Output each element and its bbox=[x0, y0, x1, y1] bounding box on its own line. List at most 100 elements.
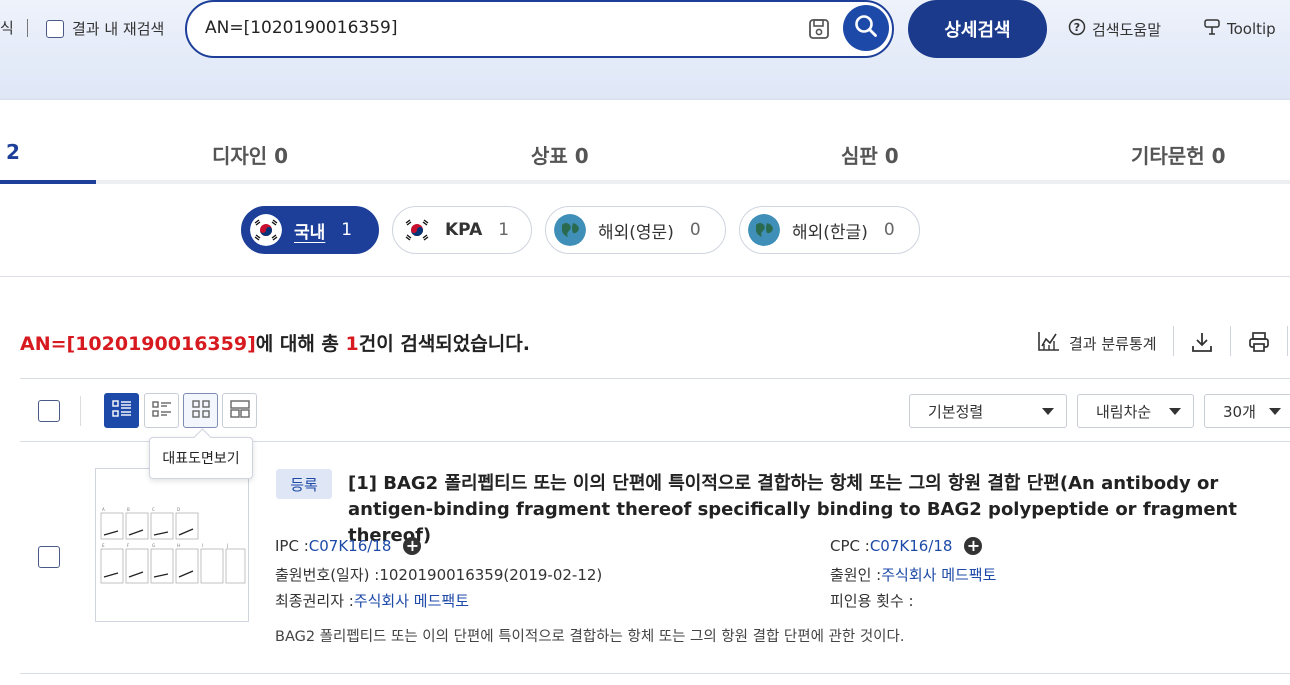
holder-link[interactable]: 주식회사 메드팩토 bbox=[354, 590, 469, 611]
region-overseas-english[interactable]: 해외(영문) 0 bbox=[545, 206, 726, 254]
list-simple-view-button[interactable] bbox=[144, 393, 179, 428]
applicant-field: 출원인 : 주식회사 메드팩토 bbox=[830, 564, 996, 585]
appno-value: 1020190016359(2019-02-12) bbox=[379, 565, 603, 584]
divider bbox=[1230, 326, 1231, 356]
tab-trial[interactable]: 심판 0 bbox=[841, 140, 899, 169]
advanced-search-button[interactable]: 상세검색 bbox=[908, 0, 1047, 58]
search-help-link[interactable]: ? 검색도움말 bbox=[1068, 18, 1161, 40]
plus-icon[interactable]: + bbox=[403, 537, 422, 555]
print-icon[interactable] bbox=[1247, 330, 1271, 358]
region-kpa[interactable]: KPA 1 bbox=[392, 206, 532, 254]
region-filter: 국내 1 KPA 1 해외(영문) 0 해외(한글) 0 bbox=[0, 184, 1290, 277]
region-overseas-korean[interactable]: 해외(한글) 0 bbox=[739, 206, 920, 254]
svg-text:I: I bbox=[202, 543, 203, 548]
svg-text:E: E bbox=[102, 543, 105, 548]
korea-flag-icon bbox=[401, 214, 433, 246]
svg-text:J: J bbox=[226, 543, 228, 548]
re-search-option[interactable]: 결과 내 재검색 bbox=[46, 18, 164, 39]
svg-text:A: A bbox=[102, 507, 105, 512]
download-icon[interactable] bbox=[1190, 330, 1214, 358]
svg-text:G: G bbox=[152, 543, 155, 548]
result-abstract: BAG2 폴리펩티드 또는 이의 단편에 특이적으로 결합하는 항체 또는 그의… bbox=[275, 629, 905, 645]
divider bbox=[80, 396, 81, 426]
page-size-select[interactable]: 30개 bbox=[1204, 394, 1290, 428]
summary-query: AN=[1020190016359] bbox=[20, 333, 256, 355]
top-search-bar: 식 결과 내 재검색 상세검색 ? 검색도움말 Tooltip bbox=[0, 0, 1290, 100]
svg-text:?: ? bbox=[1074, 21, 1080, 34]
classification-stats-button[interactable]: 결과 분류통계 bbox=[1037, 330, 1157, 356]
result-checkbox[interactable] bbox=[38, 546, 60, 568]
card-grid-icon bbox=[229, 399, 250, 422]
svg-text:C: C bbox=[152, 507, 155, 512]
divider bbox=[27, 19, 28, 37]
ipc-field: IPC : C07K16/18 + bbox=[275, 537, 422, 555]
representative-drawing-thumbnail[interactable]: A B C D E F G H I J bbox=[95, 468, 249, 622]
summary-text: 에 대해 총 bbox=[255, 333, 346, 355]
svg-text:D: D bbox=[177, 507, 180, 512]
region-domestic[interactable]: 국내 1 bbox=[241, 206, 379, 254]
list-detail-icon bbox=[111, 399, 132, 422]
page-size-value: 30개 bbox=[1223, 402, 1256, 421]
holder-label: 최종권리자 : bbox=[275, 592, 354, 610]
chevron-down-icon bbox=[1042, 408, 1054, 415]
ipc-link[interactable]: C07K16/18 bbox=[309, 537, 392, 555]
sort-value: 기본정렬 bbox=[928, 402, 984, 421]
save-icon[interactable] bbox=[808, 18, 830, 40]
signpost-icon bbox=[1203, 18, 1221, 40]
korea-flag-icon bbox=[250, 214, 282, 246]
card-view-button[interactable] bbox=[222, 393, 257, 428]
divider bbox=[1287, 326, 1288, 356]
tab-trademark[interactable]: 상표 0 bbox=[531, 140, 589, 169]
region-count: 0 bbox=[689, 220, 701, 240]
result-summary: AN=[1020190016359]에 대해 총 1건이 검색되었습니다. bbox=[20, 329, 530, 356]
sort-select[interactable]: 기본정렬 bbox=[909, 394, 1067, 428]
appno-label: 출원번호(일자) : bbox=[275, 566, 380, 584]
re-search-checkbox[interactable] bbox=[46, 19, 64, 38]
drawing-view-button[interactable] bbox=[183, 393, 218, 428]
tooltip-label: Tooltip bbox=[1227, 20, 1276, 38]
svg-text:B: B bbox=[127, 507, 130, 512]
globe-icon bbox=[748, 214, 780, 246]
list-simple-icon bbox=[151, 400, 172, 422]
result-title-link[interactable]: [1] BAG2 폴리펩티드 또는 이의 단편에 특이적으로 결합하는 항체 또… bbox=[348, 471, 1268, 549]
cpc-link[interactable]: C07K16/18 bbox=[870, 537, 953, 555]
list-detail-view-button[interactable] bbox=[104, 393, 139, 428]
application-number-field: 출원번호(일자) : 1020190016359(2019-02-12) bbox=[275, 564, 602, 585]
select-all-checkbox[interactable] bbox=[38, 400, 60, 422]
search-input[interactable] bbox=[205, 18, 765, 38]
plus-icon[interactable]: + bbox=[964, 537, 983, 555]
tab-design[interactable]: 디자인 0 bbox=[212, 140, 288, 169]
order-value: 내림차순 bbox=[1096, 402, 1152, 421]
chevron-down-icon bbox=[1269, 408, 1281, 415]
cpc-label: CPC : bbox=[830, 537, 870, 555]
final-holder-field: 최종권리자 : 주식회사 메드팩토 bbox=[275, 590, 469, 611]
order-select[interactable]: 내림차순 bbox=[1077, 394, 1194, 428]
ipc-label: IPC : bbox=[275, 537, 309, 555]
region-label: 해외(한글) bbox=[792, 222, 868, 243]
cpc-field: CPC : C07K16/18 + bbox=[830, 537, 983, 555]
chart-icon bbox=[1037, 330, 1061, 356]
search-icon bbox=[853, 13, 879, 43]
search-help-label: 검색도움말 bbox=[1092, 20, 1162, 39]
tab-patent[interactable]: 2 bbox=[6, 140, 20, 164]
divider bbox=[1173, 326, 1174, 356]
region-label: 국내 bbox=[294, 222, 326, 243]
region-count: 0 bbox=[883, 220, 895, 240]
re-search-label: 결과 내 재검색 bbox=[72, 20, 165, 38]
svg-text:H: H bbox=[177, 543, 180, 548]
region-label: 해외(영문) bbox=[598, 222, 674, 243]
applicant-link[interactable]: 주식회사 메드팩토 bbox=[881, 564, 996, 585]
cited-label: 피인용 횟수 : bbox=[830, 592, 914, 610]
applicant-label: 출원인 : bbox=[830, 566, 882, 584]
search-button[interactable] bbox=[843, 5, 889, 51]
summary-count: 1 bbox=[345, 333, 359, 355]
region-count: 1 bbox=[341, 220, 353, 240]
search-box bbox=[185, 0, 894, 58]
status-badge: 등록 bbox=[276, 469, 332, 499]
stats-label: 결과 분류통계 bbox=[1069, 334, 1157, 353]
truncated-label: 식 bbox=[0, 19, 14, 37]
results-toolbar: 기본정렬 내림차순 30개 bbox=[20, 378, 1290, 442]
tab-other-docs[interactable]: 기타문헌 0 bbox=[1131, 140, 1225, 169]
tooltip-toggle[interactable]: Tooltip bbox=[1203, 18, 1276, 40]
cited-count-field: 피인용 횟수 : bbox=[830, 590, 914, 611]
